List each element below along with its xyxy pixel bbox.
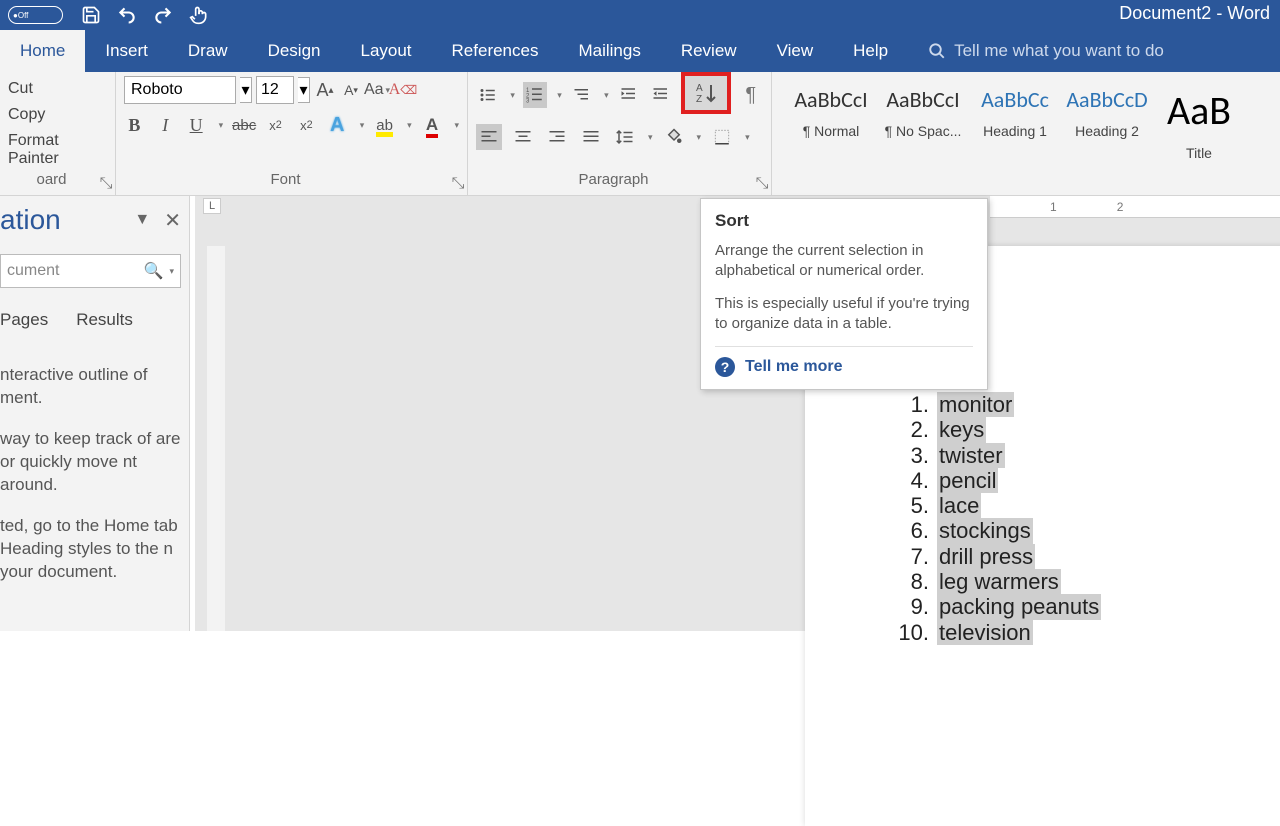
highlight-icon[interactable]: ab	[374, 114, 395, 136]
tab-design[interactable]: Design	[248, 30, 341, 72]
nav-help-text: way to keep track of are or quickly move…	[0, 428, 181, 497]
list-item[interactable]: 2.keys	[895, 417, 1101, 442]
underline-button[interactable]: U	[186, 114, 207, 136]
tooltip-title: Sort	[715, 211, 973, 231]
strikethrough-button[interactable]: abc	[233, 114, 255, 136]
horizontal-ruler[interactable]: 1 2	[990, 196, 1280, 218]
list-item[interactable]: 4.pencil	[895, 468, 1101, 493]
document-title: Document2 - Word	[1119, 3, 1270, 24]
italic-button[interactable]: I	[155, 114, 176, 136]
save-icon[interactable]	[81, 5, 101, 25]
tab-view[interactable]: View	[757, 30, 834, 72]
nav-help-text: nteractive outline of ment.	[0, 364, 181, 410]
increase-indent-icon[interactable]	[649, 82, 673, 108]
decrease-indent-icon[interactable]	[617, 82, 641, 108]
tab-draw[interactable]: Draw	[168, 30, 248, 72]
font-launcher-icon[interactable]: ⤡	[451, 177, 465, 191]
font-name-combo[interactable]: Roboto	[124, 76, 236, 104]
font-color-icon[interactable]: A	[422, 114, 443, 136]
tab-selector-icon[interactable]: L	[203, 198, 221, 214]
change-case-icon[interactable]: Aa▾	[366, 79, 388, 101]
style---no-spac---[interactable]: AaBbCcI¶ No Spac...	[878, 82, 968, 161]
svg-text:Z: Z	[696, 94, 702, 105]
clear-formatting-icon[interactable]: A⌫	[392, 79, 414, 101]
nav-tab-pages[interactable]: Pages	[0, 310, 48, 330]
nav-help-text: ted, go to the Home tab Heading styles t…	[0, 515, 181, 584]
vertical-ruler[interactable]	[207, 246, 225, 631]
nav-search-input[interactable]: cument 🔍 ▾	[0, 254, 181, 288]
nav-tab-results[interactable]: Results	[76, 310, 133, 330]
clipboard-group-label: oard	[0, 171, 103, 193]
touch-mode-icon[interactable]	[189, 5, 209, 25]
line-spacing-icon[interactable]	[612, 124, 638, 150]
cut-button[interactable]: Cut	[8, 76, 107, 102]
font-group-label: Font	[116, 171, 455, 193]
tell-me-search[interactable]: Tell me what you want to do	[928, 30, 1164, 72]
clipboard-launcher-icon[interactable]: ⤡	[99, 177, 113, 191]
tooltip-text: This is especially useful if you're tryi…	[715, 294, 973, 335]
list-item[interactable]: 6.stockings	[895, 518, 1101, 543]
copy-button[interactable]: Copy	[8, 102, 107, 128]
tab-references[interactable]: References	[432, 30, 559, 72]
tell-me-more-link[interactable]: ? Tell me more	[715, 346, 973, 377]
font-size-dropdown-icon[interactable]: ▾	[298, 77, 310, 103]
style-heading-1[interactable]: AaBbCcHeading 1	[970, 82, 1060, 161]
tab-layout[interactable]: Layout	[340, 30, 431, 72]
list-item[interactable]: 3.twister	[895, 443, 1101, 468]
nav-title: ation	[0, 204, 61, 236]
grow-font-icon[interactable]: A▴	[314, 79, 336, 101]
bullets-icon[interactable]	[476, 82, 500, 108]
style-title[interactable]: AaBTitle	[1154, 82, 1244, 161]
list-item[interactable]: 1.monitor	[895, 392, 1101, 417]
text-effects-icon[interactable]: A	[327, 114, 348, 136]
paragraph-launcher-icon[interactable]: ⤡	[755, 177, 769, 191]
svg-text:3: 3	[526, 99, 530, 105]
sort-tooltip: Sort Arrange the current selection in al…	[700, 198, 988, 390]
borders-icon[interactable]	[709, 124, 735, 150]
list-item[interactable]: 8.leg warmers	[895, 569, 1101, 594]
shading-icon[interactable]	[661, 124, 687, 150]
tab-home[interactable]: Home	[0, 30, 85, 72]
tab-mailings[interactable]: Mailings	[558, 30, 660, 72]
bold-button[interactable]: B	[124, 114, 145, 136]
list-item[interactable]: 9.packing peanuts	[895, 594, 1101, 619]
tab-help[interactable]: Help	[833, 30, 908, 72]
shrink-font-icon[interactable]: A▾	[340, 79, 362, 101]
list-item[interactable]: 10.television	[895, 620, 1101, 645]
font-name-dropdown-icon[interactable]: ▾	[240, 77, 252, 103]
nav-dropdown-icon[interactable]: ▼	[134, 211, 150, 229]
align-center-icon[interactable]	[510, 124, 536, 150]
help-icon: ?	[715, 357, 735, 377]
subscript-button[interactable]: x2	[265, 114, 286, 136]
tooltip-text: Arrange the current selection in alphabe…	[715, 241, 973, 282]
paragraph-group-label: Paragraph	[468, 171, 759, 193]
search-icon[interactable]: 🔍	[144, 261, 164, 281]
redo-icon[interactable]	[153, 5, 173, 25]
list-item[interactable]: 5.lace	[895, 493, 1101, 518]
font-size-combo[interactable]: 12	[256, 76, 294, 104]
tab-insert[interactable]: Insert	[85, 30, 168, 72]
justify-icon[interactable]	[578, 124, 604, 150]
show-hide-paragraph-icon[interactable]: ¶	[739, 82, 763, 108]
autosave-toggle[interactable]: ● Off	[8, 6, 63, 24]
align-left-icon[interactable]	[476, 124, 502, 150]
sort-button[interactable]: AZ	[681, 72, 730, 114]
list-item[interactable]: 7.drill press	[895, 544, 1101, 569]
align-right-icon[interactable]	[544, 124, 570, 150]
style---normal[interactable]: AaBbCcI¶ Normal	[786, 82, 876, 161]
svg-text:A: A	[696, 83, 703, 94]
nav-close-icon[interactable]: ✕	[164, 208, 181, 233]
style-heading-2[interactable]: AaBbCcDHeading 2	[1062, 82, 1152, 161]
multilevel-list-icon[interactable]	[570, 82, 594, 108]
tab-review[interactable]: Review	[661, 30, 757, 72]
numbering-icon[interactable]: 123	[523, 82, 547, 108]
format-painter-button[interactable]: Format Painter	[8, 128, 107, 172]
superscript-button[interactable]: x2	[296, 114, 317, 136]
undo-icon[interactable]	[117, 5, 137, 25]
